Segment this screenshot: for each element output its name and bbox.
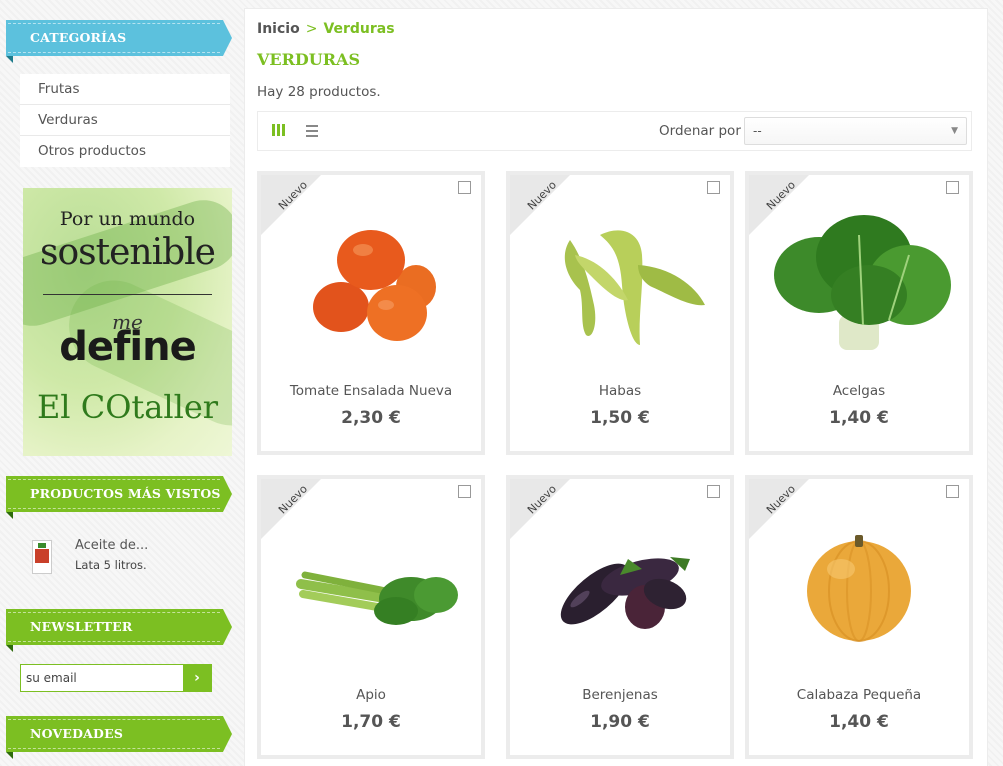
chard-image[interactable] [759,195,959,365]
news-heading: NOVEDADES [6,716,232,752]
product-name[interactable]: Calabaza Pequeña [749,687,969,703]
product-name[interactable]: Habas [510,383,730,399]
newsletter-submit-button[interactable]: › [183,665,211,691]
product-name[interactable]: Apio [261,687,481,703]
broad-beans-image[interactable] [520,195,720,365]
product-count: Hay 28 productos. [257,84,381,100]
product-price: 1,50 € [590,408,650,428]
ribbon-fold [6,752,13,759]
eggplant-image[interactable] [520,499,720,669]
promo-line-5: El COtaller [36,388,219,426]
page: CATEGORÍAS Frutas Verduras Otros product… [0,0,1003,766]
celery-image[interactable] [271,499,471,669]
promo-line-4: define [59,324,196,370]
pumpkin-image[interactable] [759,499,959,669]
sidebar: CATEGORÍAS Frutas Verduras Otros product… [0,0,240,766]
product-price: 1,70 € [341,712,401,732]
category-item-frutas[interactable]: Frutas [20,74,230,105]
chevron-down-icon: ▼ [951,126,958,136]
breadcrumb-separator: > [305,21,318,37]
product-price: 1,90 € [590,712,650,732]
most-viewed-desc: Lata 5 litros. [75,558,147,572]
tomato-image[interactable] [271,195,471,365]
promo-line-1: Por un mundo [59,208,196,230]
sort-label: Ordenar por [659,123,741,139]
compare-checkbox[interactable] [707,181,720,194]
most-viewed-name[interactable]: Aceite de... [75,538,148,553]
promo-banner[interactable]: Por un mundo sostenible me define El COt… [23,188,232,456]
compare-checkbox[interactable] [458,485,471,498]
ribbon-fold [6,645,13,652]
product-toolbar: Ordenar por -- ▼ [257,111,972,151]
ribbon-fold [6,56,13,63]
list-view-icon[interactable] [306,124,320,138]
newsletter-heading: NEWSLETTER [6,609,232,645]
product-price: 1,40 € [829,408,889,428]
breadcrumb: Inicio > Verduras [257,21,395,37]
compare-checkbox[interactable] [458,181,471,194]
category-item-verduras[interactable]: Verduras [20,105,230,136]
product-card[interactable]: Nuevo Acelgas 1,40 € [745,171,973,455]
product-name[interactable]: Acelgas [749,383,969,399]
compare-checkbox[interactable] [946,485,959,498]
breadcrumb-current: Verduras [323,21,395,37]
oil-can-thumbnail [32,540,52,574]
grid-view-icon[interactable] [272,124,288,138]
product-name[interactable]: Tomate Ensalada Nueva [261,383,481,399]
product-name[interactable]: Berenjenas [510,687,730,703]
product-price: 1,40 € [829,712,889,732]
promo-divider [43,294,212,295]
compare-checkbox[interactable] [707,485,720,498]
category-list: Frutas Verduras Otros productos [20,74,230,167]
sort-select[interactable]: -- ▼ [744,117,967,145]
product-price: 2,30 € [341,408,401,428]
category-item-otros-productos[interactable]: Otros productos [20,136,230,167]
page-title: VERDURAS [257,50,360,69]
sort-select-value: -- [753,124,762,138]
main-content: Inicio > Verduras VERDURAS Hay 28 producto… [244,8,988,766]
most-viewed-item[interactable]: Aceite de... Lata 5 litros. [20,528,230,588]
compare-checkbox[interactable] [946,181,959,194]
categories-panel: Frutas Verduras Otros productos [20,74,230,167]
breadcrumb-home-link[interactable]: Inicio [257,21,300,37]
product-card[interactable]: Nuevo Berenjenas 1,90 € [506,475,734,759]
product-card[interactable]: Nuevo Habas 1,50 € [506,171,734,455]
product-card[interactable]: Nuevo Tomate Ensalada Nueva 2,30 € [257,171,485,455]
promo-line-2: sostenible [40,232,216,273]
ribbon-fold [6,512,13,519]
newsletter-form: › [20,664,212,692]
product-card[interactable]: Nuevo Apio 1,70 € [257,475,485,759]
product-card[interactable]: Nuevo Calabaza Pequeña 1,40 € [745,475,973,759]
most-viewed-heading: PRODUCTOS MÁS VISTOS [6,476,232,512]
categories-heading: CATEGORÍAS [6,20,232,56]
newsletter-email-input[interactable] [21,665,183,691]
